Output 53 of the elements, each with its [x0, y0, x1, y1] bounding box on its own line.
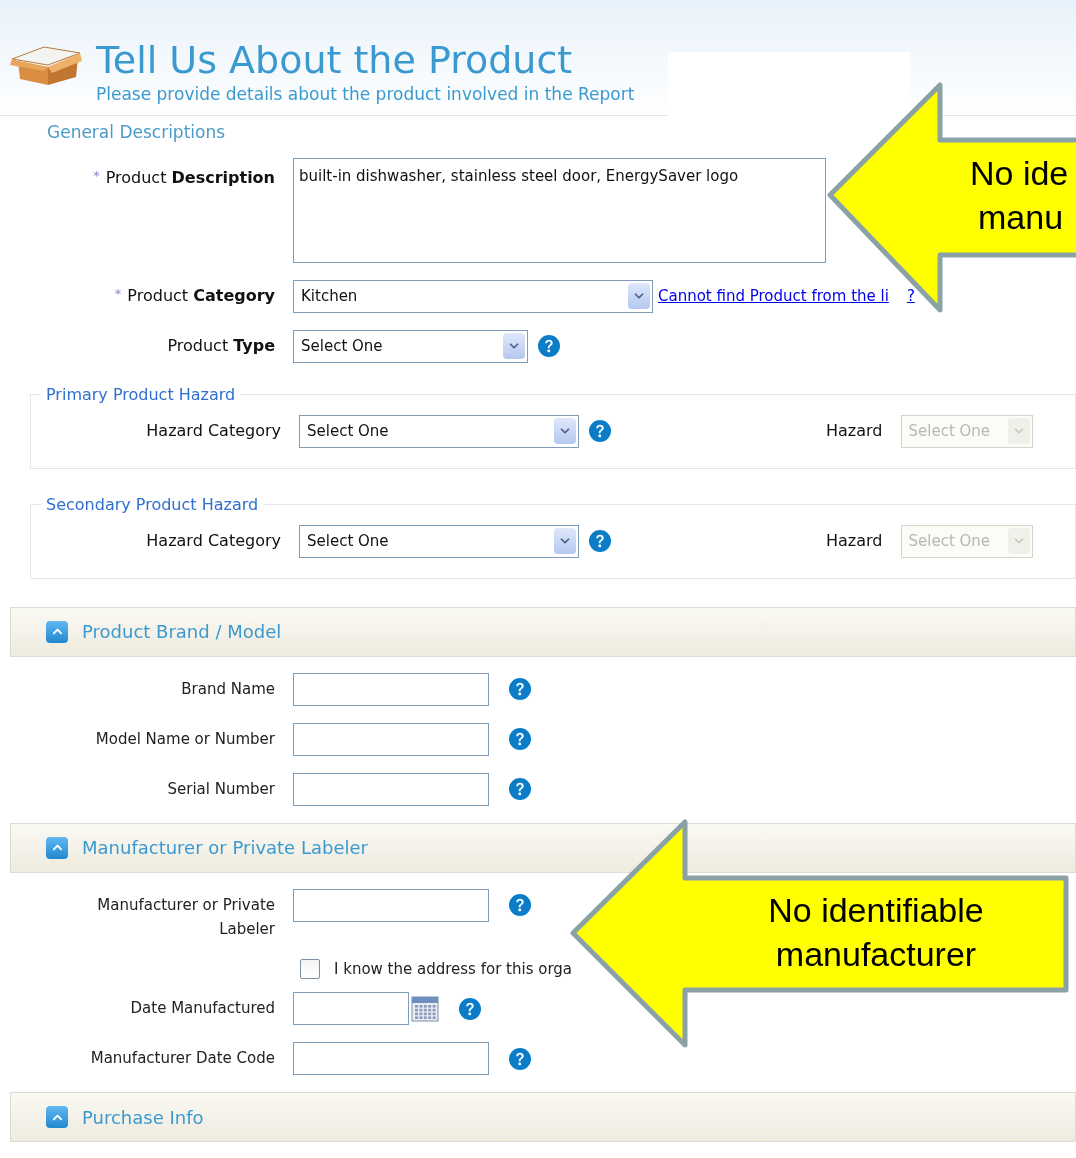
page-subtitle: Please provide details about the product involved in the Report [96, 82, 635, 106]
checkbox-label: I know the address for this orga [334, 958, 572, 980]
field-label: Hazard Category [145, 530, 281, 552]
text-input[interactable] [293, 1042, 489, 1075]
field-label: Date Manufactured [129, 998, 275, 1019]
field-label: Model Name or Number [94, 728, 275, 750]
callout-text: No identifiable [768, 890, 984, 931]
field-label: Manufacturer Date Code [89, 1048, 275, 1069]
help-icon[interactable] [509, 678, 531, 700]
description-textarea[interactable]: built-in dishwasher, stainless steel door, EnergySaver logo [293, 157, 826, 263]
text-input[interactable] [293, 722, 489, 756]
collapse-icon[interactable] [46, 620, 68, 643]
field-label: Manufacturer or Private Labeler [96, 894, 275, 940]
text-input[interactable] [293, 672, 489, 706]
field-label: Product Type [167, 335, 275, 357]
help-icon[interactable] [589, 530, 611, 552]
required-asterisk: * [93, 166, 100, 185]
field-label: Hazard Category [145, 420, 281, 442]
help-icon[interactable] [509, 778, 531, 800]
callout-text: No ide [970, 153, 1069, 194]
date-input[interactable] [293, 992, 409, 1025]
select-dropdown[interactable]: Select One [299, 414, 579, 448]
page-title: Tell Us About the Product [96, 37, 574, 82]
callout-text: manufacturer [775, 934, 977, 975]
section-title: Manufacturer or Private Labeler [82, 836, 368, 860]
collapse-icon[interactable] [46, 836, 68, 859]
field-label: Serial Number [166, 778, 275, 800]
help-icon[interactable] [509, 1047, 531, 1070]
text-input[interactable] [293, 888, 489, 922]
required-asterisk: * [114, 285, 122, 303]
field-label: Product Description [105, 166, 275, 189]
field-label: Product Category [127, 285, 275, 307]
field-label: Brand Name [180, 678, 275, 700]
checkbox[interactable] [300, 958, 320, 979]
select-dropdown[interactable]: Select One [293, 329, 528, 363]
collapse-icon[interactable] [46, 1106, 68, 1128]
select-dropdown[interactable]: Select One [299, 524, 579, 558]
text-input[interactable] [293, 772, 489, 806]
callout-text: manu [978, 197, 1064, 238]
section-title: Product Brand / Model [82, 620, 282, 644]
section-title: Purchase Info [82, 1105, 204, 1130]
help-icon[interactable] [509, 728, 531, 750]
help-link[interactable]: Cannot find Product from the li [658, 284, 889, 308]
help-icon[interactable] [589, 420, 611, 442]
field-label: Hazard [826, 530, 883, 552]
help-icon[interactable] [459, 997, 481, 1020]
select-dropdown[interactable]: Kitchen [293, 279, 653, 313]
group-legend: General Descriptions [47, 120, 226, 146]
help-icon[interactable] [509, 894, 531, 916]
help-link[interactable]: ? [906, 284, 915, 308]
help-icon[interactable] [538, 335, 560, 357]
field-label: Hazard [826, 420, 883, 442]
calendar-icon[interactable] [411, 995, 439, 1022]
